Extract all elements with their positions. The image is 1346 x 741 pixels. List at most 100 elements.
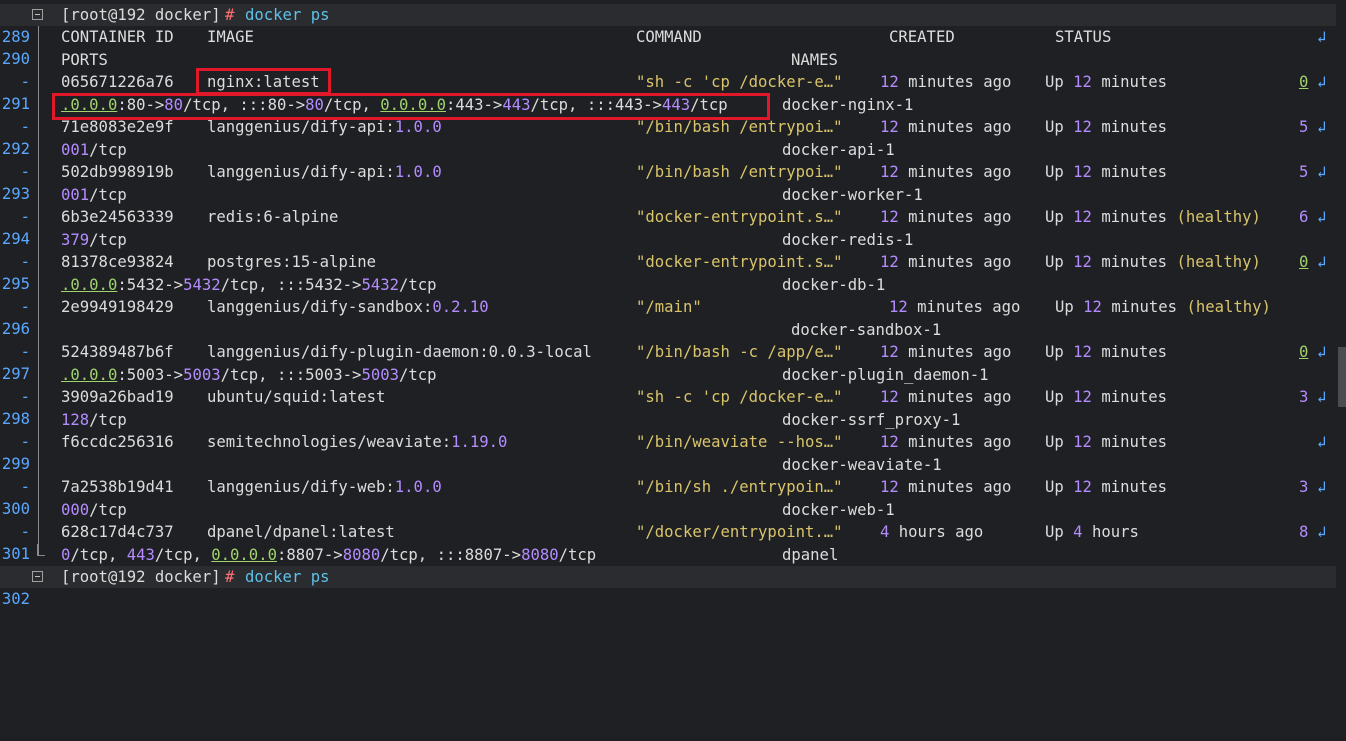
header-command: COMMAND xyxy=(636,28,702,46)
status: Up 12 minutes xyxy=(1045,73,1168,91)
ports: .0.0.0:5432->5432/tcp, :::5432->5432/tcp xyxy=(61,276,437,294)
table-row: 301 628c17d4c737 dpanel/dpanel:latest "/… xyxy=(0,521,1346,563)
container-id: 7a2538b19d41 xyxy=(61,478,174,496)
table-row: 291 065671226a76 nginx:latest "sh -c 'cp… xyxy=(0,71,1346,113)
wrap-icon: ↲ xyxy=(1317,523,1327,541)
created: 12 minutes ago xyxy=(880,253,1012,271)
ports: 128/tcp xyxy=(61,411,127,429)
wrap-icon: ↲ xyxy=(1317,118,1327,136)
ports: 379/tcp xyxy=(61,231,127,249)
command: "/bin/bash /entrypoi…" xyxy=(636,118,843,136)
created: 12 minutes ago xyxy=(880,388,1012,406)
created: 12 minutes ago xyxy=(889,298,1021,316)
header-names: NAMES xyxy=(791,51,838,69)
prompt-line[interactable]: 289 [root@192 docker] # docker ps xyxy=(0,4,1346,46)
scrollbar-thumb[interactable] xyxy=(1338,347,1346,407)
header-row-wrap: - PORTS NAMES xyxy=(0,49,1346,91)
table-row-wrap: - 001/tcp docker-worker-1 xyxy=(0,184,1346,226)
image-name: semitechnologies/weaviate:1.19.0 xyxy=(207,433,508,451)
container-name: docker-nginx-1 xyxy=(782,96,914,114)
created: 12 minutes ago xyxy=(880,163,1012,181)
command: "docker-entrypoint.s…" xyxy=(636,253,843,271)
header-container-id: CONTAINER ID xyxy=(61,28,174,46)
command: "/bin/sh ./entrypoin…" xyxy=(636,478,843,496)
image-name: dpanel/dpanel:latest xyxy=(207,523,395,541)
container-name: docker-sandbox-1 xyxy=(791,321,942,339)
image-name: langgenius/dify-api:1.0.0 xyxy=(207,163,442,181)
image-name: nginx:latest xyxy=(207,73,320,91)
table-row-wrap: - .0.0.0:80->80/tcp, :::80->80/tcp, 0.0.… xyxy=(0,94,1346,136)
table-row-wrap: - docker-weaviate-1 xyxy=(0,454,1346,496)
container-name: docker-plugin_daemon-1 xyxy=(782,366,989,384)
ports-truncated: 6 xyxy=(1299,208,1309,226)
ports: 001/tcp xyxy=(61,141,127,159)
status: Up 12 minutes xyxy=(1045,163,1168,181)
table-row: 292 71e8083e2e9f langgenius/dify-api:1.0… xyxy=(0,116,1346,158)
image-name: langgenius/dify-plugin-daemon:0.0.3-loca… xyxy=(207,343,592,361)
ports: 000/tcp xyxy=(61,501,127,519)
container-name: docker-web-1 xyxy=(782,501,895,519)
container-id: 3909a26bad19 xyxy=(61,388,174,406)
ports-truncated: 3 xyxy=(1299,478,1309,496)
prompt-command: docker ps xyxy=(245,568,330,586)
table-row-wrap: - .0.0.0:5432->5432/tcp, :::5432->5432/t… xyxy=(0,274,1346,316)
container-name: docker-api-1 xyxy=(782,141,895,159)
wrap-icon: ↲ xyxy=(1317,343,1327,361)
command: "sh -c 'cp /docker-e…" xyxy=(636,73,843,91)
status: Up 12 minutes xyxy=(1045,118,1168,136)
scrollbar[interactable] xyxy=(1336,0,1346,593)
image-name: langgenius/dify-api:1.0.0 xyxy=(207,118,442,136)
table-row: 297 524389487b6f langgenius/dify-plugin-… xyxy=(0,341,1346,383)
command: "sh -c 'cp /docker-e…" xyxy=(636,388,843,406)
created: 12 minutes ago xyxy=(880,73,1012,91)
header-image: IMAGE xyxy=(207,28,254,46)
ports-truncated: 5 xyxy=(1299,163,1309,181)
status: Up 12 minutes xyxy=(1045,388,1168,406)
ports: 0/tcp, 443/tcp, 0.0.0.0:8807->8080/tcp, … xyxy=(61,546,597,564)
prompt-hash: # xyxy=(225,6,235,24)
container-name: docker-worker-1 xyxy=(782,186,923,204)
container-id: 524389487b6f xyxy=(61,343,174,361)
created: 12 minutes ago xyxy=(880,433,1012,451)
header-ports: PORTS xyxy=(61,51,108,69)
ports: .0.0.0:80->80/tcp, :::80->80/tcp, 0.0.0.… xyxy=(61,96,728,114)
table-row: 293 502db998919b langgenius/dify-api:1.0… xyxy=(0,161,1346,203)
prompt-line[interactable]: 302 [root@192 docker] # docker ps xyxy=(0,566,1346,608)
container-name: docker-redis-1 xyxy=(782,231,914,249)
ports-truncated: 8 xyxy=(1299,523,1309,541)
fold-toggle-icon[interactable] xyxy=(32,9,43,20)
container-id: 71e8083e2e9f xyxy=(61,118,174,136)
prompt-user-host: [root@192 docker] xyxy=(61,6,221,24)
status: Up 12 minutes (healthy) xyxy=(1055,298,1271,316)
table-row: 296 2e9949198429 langgenius/dify-sandbox… xyxy=(0,296,1346,338)
container-id: 065671226a76 xyxy=(61,73,174,91)
ports-truncated: 0 xyxy=(1299,253,1309,271)
line-number: 302 xyxy=(1,590,30,608)
terminal-window[interactable]: 289 [root@192 docker] # docker ps 290 CO… xyxy=(0,0,1346,608)
container-name: docker-ssrf_proxy-1 xyxy=(782,411,961,429)
table-row-wrap: 0/tcp, 443/tcp, 0.0.0.0:8807->8080/tcp, … xyxy=(0,544,1346,566)
ports-truncated: 0 xyxy=(1299,73,1309,91)
status: Up 12 minutes xyxy=(1045,478,1168,496)
ports-truncated: 0 xyxy=(1299,343,1309,361)
status: Up 12 minutes xyxy=(1045,343,1168,361)
ports-truncated: 5 xyxy=(1299,118,1309,136)
ports: 001/tcp xyxy=(61,186,127,204)
command: "/main" xyxy=(636,298,702,316)
prompt-user-host: [root@192 docker] xyxy=(61,568,221,586)
wrap-icon: ↲ xyxy=(1317,478,1327,496)
prompt-command: docker ps xyxy=(245,6,330,24)
table-row: 294 6b3e24563339 redis:6-alpine "docker-… xyxy=(0,206,1346,248)
wrap-icon: ↲ xyxy=(1317,208,1327,226)
container-name: docker-db-1 xyxy=(782,276,886,294)
status: Up 12 minutes xyxy=(1045,433,1168,451)
table-row: 299 f6ccdc256316 semitechnologies/weavia… xyxy=(0,431,1346,473)
table-row-wrap: - 000/tcp docker-web-1 xyxy=(0,499,1346,541)
image-name: postgres:15-alpine xyxy=(207,253,376,271)
table-row-wrap: - 001/tcp docker-api-1 xyxy=(0,139,1346,181)
container-id: 6b3e24563339 xyxy=(61,208,174,226)
created: 12 minutes ago xyxy=(880,208,1012,226)
fold-toggle-icon[interactable] xyxy=(32,571,43,582)
header-row: 290 CONTAINER ID IMAGE COMMAND CREATED S… xyxy=(0,26,1346,68)
image-name: redis:6-alpine xyxy=(207,208,339,226)
